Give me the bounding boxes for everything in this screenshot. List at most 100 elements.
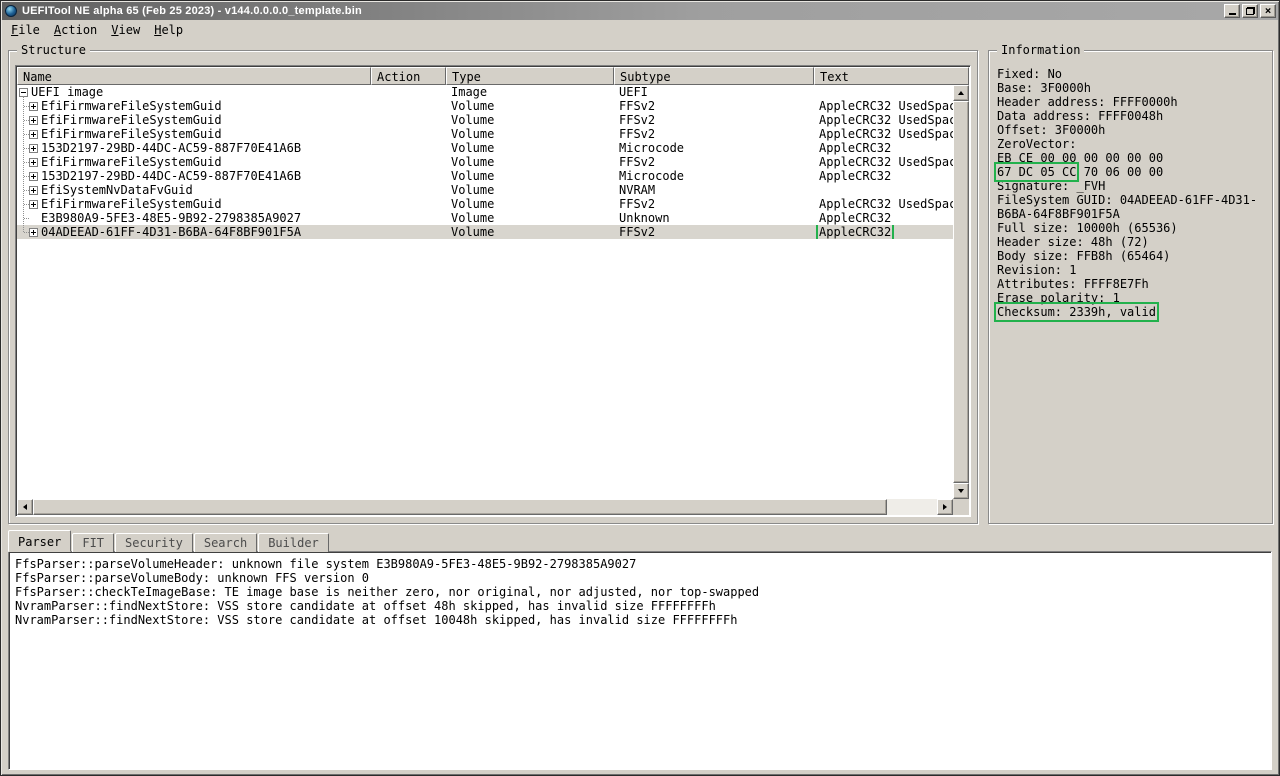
- menu-file[interactable]: File: [4, 21, 47, 39]
- row-subtype-cell: FFSv2: [614, 197, 814, 211]
- menu-action[interactable]: Action: [47, 21, 104, 39]
- expand-icon[interactable]: [29, 228, 38, 237]
- expand-icon[interactable]: [29, 158, 38, 167]
- info-line: FileSystem GUID: 04ADEEAD-61FF-4D31-: [997, 193, 1268, 207]
- tree-row[interactable]: EfiFirmwareFileSystemGuidVolumeFFSv2Appl…: [17, 99, 953, 113]
- column-header-name[interactable]: Name: [17, 67, 371, 85]
- window-title: UEFITool NE alpha 65 (Feb 25 2023) - v14…: [22, 5, 1224, 17]
- row-action-cell: [371, 211, 446, 225]
- horizontal-scrollbar-thumb[interactable]: [33, 499, 887, 515]
- row-text-cell: AppleCRC32 UsedSpace: [814, 197, 953, 211]
- tree-row[interactable]: UEFI imageImageUEFI: [17, 85, 953, 99]
- tree-row[interactable]: 04ADEEAD-61FF-4D31-B6BA-64F8BF901F5A Volu…: [17, 225, 953, 239]
- info-line: Attributes: FFFF8E7Fh: [997, 277, 1268, 291]
- menu-view[interactable]: View: [104, 21, 147, 39]
- parser-message[interactable]: FfsParser::parseVolumeBody: unknown FFS …: [15, 571, 1265, 585]
- row-text-cell: AppleCRC32 UsedSpace: [814, 155, 953, 169]
- tree-row[interactable]: EfiFirmwareFileSystemGuidVolumeFFSv2Appl…: [17, 113, 953, 127]
- minimize-button[interactable]: [1224, 4, 1240, 18]
- expand-icon[interactable]: [29, 186, 38, 195]
- row-name: E3B980A9-5FE3-48E5-9B92-2798385A9027: [41, 211, 301, 225]
- tree-row[interactable]: 153D2197-29BD-44DC-AC59-887F70E41A6BVolu…: [17, 169, 953, 183]
- tree-row[interactable]: EfiFirmwareFileSystemGuidVolumeFFSv2Appl…: [17, 155, 953, 169]
- row-text-cell: [814, 85, 953, 99]
- column-header-type[interactable]: Type: [446, 67, 614, 85]
- row-subtype-cell: Microcode: [614, 141, 814, 155]
- column-header-text[interactable]: Text: [814, 67, 969, 85]
- restore-button[interactable]: [1242, 4, 1258, 18]
- info-line: 67 DC 05 CC 70 06 00 00: [997, 165, 1268, 179]
- menu-help[interactable]: Help: [147, 21, 190, 39]
- info-line: ZeroVector:: [997, 137, 1268, 151]
- scroll-down-button[interactable]: [953, 483, 969, 499]
- column-header-subtype[interactable]: Subtype: [614, 67, 814, 85]
- expand-icon[interactable]: [29, 116, 38, 125]
- tree-connector-line: [23, 96, 24, 232]
- info-line: Body size: FFB8h (65464): [997, 249, 1268, 263]
- row-action-cell: [371, 225, 446, 239]
- expand-icon[interactable]: [29, 172, 38, 181]
- row-name: EfiFirmwareFileSystemGuid: [41, 127, 222, 141]
- tree-row[interactable]: 153D2197-29BD-44DC-AC59-887F70E41A6BVolu…: [17, 141, 953, 155]
- row-text-cell: AppleCRC32: [814, 211, 953, 225]
- info-line: Erase polarity: 1: [997, 291, 1268, 305]
- scroll-left-button[interactable]: [17, 499, 33, 515]
- info-line: Checksum: 2339h, valid: [997, 305, 1268, 319]
- vertical-scrollbar[interactable]: [953, 85, 969, 499]
- app-icon[interactable]: [5, 5, 17, 17]
- row-text-cell: AppleCRC32: [814, 169, 953, 183]
- tab-security[interactable]: Security: [115, 533, 193, 552]
- row-text-cell: AppleCRC32 UsedSpace: [814, 113, 953, 127]
- info-line: Offset: 3F0000h: [997, 123, 1268, 137]
- row-type-cell: Volume: [446, 127, 614, 141]
- row-name-cell: EfiFirmwareFileSystemGuid: [17, 197, 371, 211]
- tab-builder[interactable]: Builder: [258, 533, 329, 552]
- information-panel-label: Information: [997, 43, 1084, 57]
- row-text-cell: AppleCRC32: [814, 225, 953, 239]
- tree-row[interactable]: EfiFirmwareFileSystemGuidVolumeFFSv2Appl…: [17, 197, 953, 211]
- structure-tree: NameActionTypeSubtypeText UEFI imageImag…: [15, 65, 971, 517]
- vertical-scrollbar-thumb[interactable]: [953, 101, 969, 483]
- row-name: 04ADEEAD-61FF-4D31-B6BA-64F8BF901F5A: [41, 225, 301, 239]
- tab-parser[interactable]: Parser: [8, 530, 71, 552]
- horizontal-scrollbar[interactable]: [17, 499, 953, 515]
- row-action-cell: [371, 183, 446, 197]
- tab-search[interactable]: Search: [194, 533, 257, 552]
- row-subtype-cell: FFSv2: [614, 225, 814, 239]
- arrow-up-icon: [958, 91, 964, 95]
- arrow-right-icon: [943, 504, 947, 510]
- expand-icon[interactable]: [29, 200, 38, 209]
- info-line: Full size: 10000h (65536): [997, 221, 1268, 235]
- tree-row[interactable]: EfiFirmwareFileSystemGuidVolumeFFSv2Appl…: [17, 127, 953, 141]
- row-subtype-cell: Unknown: [614, 211, 814, 225]
- title-bar[interactable]: UEFITool NE alpha 65 (Feb 25 2023) - v14…: [2, 2, 1278, 20]
- annotation-box: 67 DC 05 CC: [997, 165, 1076, 179]
- tree-row[interactable]: EfiSystemNvDataFvGuidVolumeNVRAM: [17, 183, 953, 197]
- row-action-cell: [371, 85, 446, 99]
- tab-fit[interactable]: FIT: [72, 533, 114, 552]
- parser-message[interactable]: FfsParser::parseVolumeHeader: unknown fi…: [15, 557, 1265, 571]
- row-name-cell: EfiFirmwareFileSystemGuid: [17, 127, 371, 141]
- info-line: Header size: 48h (72): [997, 235, 1268, 249]
- parser-message[interactable]: NvramParser::findNextStore: VSS store ca…: [15, 613, 1265, 627]
- column-header-action[interactable]: Action: [371, 67, 446, 85]
- row-name: 153D2197-29BD-44DC-AC59-887F70E41A6B: [41, 169, 301, 183]
- expand-icon[interactable]: [29, 130, 38, 139]
- info-line: Header address: FFFF0000h: [997, 95, 1268, 109]
- tree-row[interactable]: E3B980A9-5FE3-48E5-9B92-2798385A9027Volu…: [17, 211, 953, 225]
- parser-message[interactable]: NvramParser::findNextStore: VSS store ca…: [15, 599, 1265, 613]
- close-icon: ×: [1265, 6, 1272, 16]
- tree-rows: UEFI imageImageUEFIEfiFirmwareFileSystem…: [17, 85, 953, 499]
- row-type-cell: Volume: [446, 225, 614, 239]
- parser-message[interactable]: FfsParser::checkTeImageBase: TE image ba…: [15, 585, 1265, 599]
- scroll-right-button[interactable]: [937, 499, 953, 515]
- row-name: 153D2197-29BD-44DC-AC59-887F70E41A6B: [41, 141, 301, 155]
- menu-bar: FileActionViewHelp: [2, 20, 1278, 40]
- expand-icon[interactable]: [29, 144, 38, 153]
- row-type-cell: Volume: [446, 113, 614, 127]
- message-tabs: ParserFITSecuritySearchBuilder: [8, 530, 330, 552]
- close-button[interactable]: ×: [1260, 4, 1276, 18]
- row-name: EfiFirmwareFileSystemGuid: [41, 113, 222, 127]
- scroll-up-button[interactable]: [953, 85, 969, 101]
- expand-icon[interactable]: [29, 102, 38, 111]
